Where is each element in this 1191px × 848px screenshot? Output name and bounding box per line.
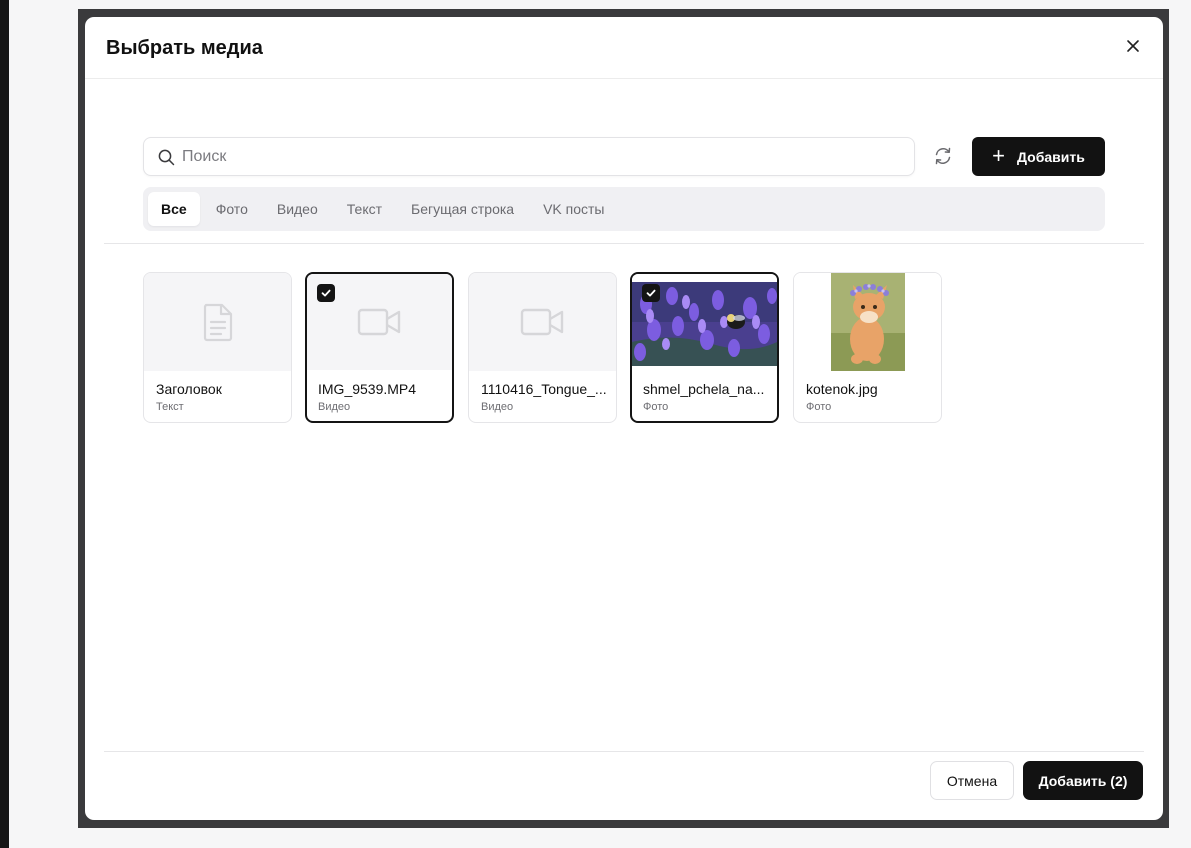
close-button[interactable] [1123,36,1143,56]
tab-all[interactable]: Все [148,192,200,226]
media-card[interactable]: shmel_pchela_na... Фото [630,272,779,423]
media-type: Фото [806,401,832,413]
media-name: shmel_pchela_na... [643,381,765,397]
media-card[interactable]: kotenok.jpg Фото [793,272,942,423]
media-type-tabs: Все Фото Видео Текст Бегущая строка VK п… [143,187,1105,231]
cancel-button[interactable]: Отмена [930,761,1014,800]
media-name: kotenok.jpg [806,381,878,397]
media-name: IMG_9539.MP4 [318,381,417,397]
search-toolbar: + Добавить [143,137,1105,177]
search-icon [158,149,175,166]
media-thumbnail [794,273,941,371]
divider [104,751,1144,752]
media-type: Текст [156,401,184,413]
add-media-button[interactable]: + Добавить [972,137,1105,176]
video-icon [357,308,400,336]
plus-icon: + [992,142,1006,168]
check-icon [646,289,656,297]
tab-video[interactable]: Видео [264,192,331,226]
media-name: Заголовок [156,381,222,397]
search-input[interactable] [182,145,902,169]
select-media-dialog: Выбрать медиа + Добавить [85,17,1163,820]
media-card[interactable]: IMG_9539.MP4 Видео [305,272,454,423]
window-edge [0,0,9,848]
refresh-button[interactable] [932,145,954,167]
refresh-icon [935,147,951,165]
tab-photo[interactable]: Фото [203,192,261,226]
video-icon [520,308,563,336]
dialog-title: Выбрать медиа [106,37,263,59]
media-type: Видео [318,401,351,413]
media-type: Фото [643,401,669,413]
media-thumbnail [469,273,616,371]
media-type: Видео [481,401,514,413]
document-icon [203,303,232,342]
check-icon [321,289,331,297]
add-media-label: Добавить [1017,148,1085,165]
tab-vk-posts[interactable]: VK посты [530,192,617,226]
checkbox-checked[interactable] [642,284,660,302]
media-name: 1110416_Tongue_... [481,381,607,397]
media-card[interactable]: 1110416_Tongue_... Видео [468,272,617,423]
divider [104,243,1144,244]
tab-text[interactable]: Текст [334,192,395,226]
close-icon [1127,40,1139,52]
kitten-photo [830,273,905,371]
checkbox-checked[interactable] [317,284,335,302]
media-thumbnail [144,273,291,371]
search-field[interactable] [143,137,915,176]
media-card[interactable]: Заголовок Текст [143,272,292,423]
tab-ticker[interactable]: Бегущая строка [398,192,527,226]
dialog-header: Выбрать медиа [85,17,1163,79]
confirm-add-button[interactable]: Добавить (2) [1023,761,1143,800]
